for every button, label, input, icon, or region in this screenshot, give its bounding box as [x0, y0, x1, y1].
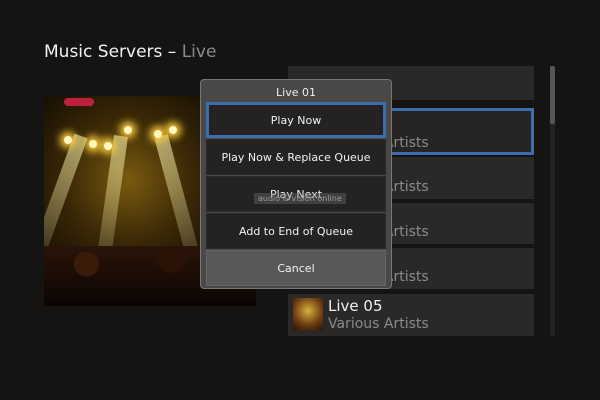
title-sub: Live: [181, 42, 217, 62]
stage-light-red: [64, 98, 94, 106]
scrollbar[interactable]: [550, 66, 555, 336]
page-title: Music Servers – Live: [44, 42, 216, 62]
stage-light: [154, 130, 162, 138]
list-item-title: Live 05: [328, 297, 383, 315]
stage-light: [104, 142, 112, 150]
list-item[interactable]: Live 05 Various Artists: [288, 294, 534, 336]
album-thumbnail: [293, 298, 323, 330]
watermark: audio & vision online: [254, 193, 346, 204]
add-to-end-of-queue-button[interactable]: Add to End of Queue: [206, 213, 386, 249]
play-now-replace-queue-button[interactable]: Play Now & Replace Queue: [206, 139, 386, 175]
stage-light: [89, 140, 97, 148]
title-separator: –: [162, 42, 182, 62]
action-dialog: Live 01 Play Now Play Now & Replace Queu…: [200, 79, 392, 289]
cancel-button[interactable]: Cancel: [206, 250, 386, 286]
scrollbar-thumb[interactable]: [550, 66, 555, 124]
list-item-artist: Various Artists: [328, 316, 429, 332]
stage-light: [169, 126, 177, 134]
dialog-title: Live 01: [276, 86, 316, 99]
play-now-button[interactable]: Play Now: [206, 102, 386, 138]
title-main: Music Servers: [44, 42, 163, 62]
stage-light: [124, 126, 132, 134]
stage-light: [64, 136, 72, 144]
